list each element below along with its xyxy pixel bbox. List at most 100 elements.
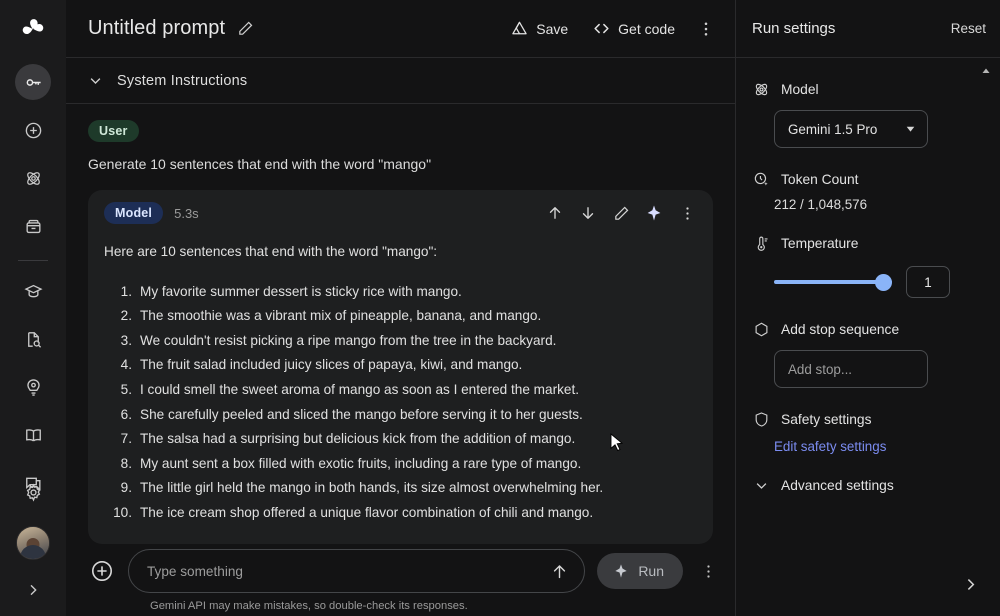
add-content-button[interactable] bbox=[88, 557, 116, 585]
run-settings-title: Run settings bbox=[752, 20, 835, 37]
list-item: The smoothie was a vibrant mix of pineap… bbox=[104, 305, 697, 326]
model-select[interactable]: Gemini 1.5 Pro bbox=[774, 110, 928, 148]
system-instructions-header[interactable]: System Instructions bbox=[66, 58, 735, 104]
temperature-value-input[interactable]: 1 bbox=[906, 266, 950, 298]
run-button[interactable]: Run bbox=[597, 553, 683, 589]
prompt-input-wrapper[interactable] bbox=[128, 549, 585, 593]
sparkle-icon bbox=[613, 563, 629, 579]
sparkle-icon[interactable] bbox=[644, 203, 664, 223]
stop-sequence-label-row: Add stop sequence bbox=[752, 320, 984, 338]
model-label: Model bbox=[781, 82, 819, 97]
temperature-label: Temperature bbox=[781, 236, 858, 251]
top-toolbar: Untitled prompt Save bbox=[66, 0, 735, 58]
model-turn-header: Model 5.3s bbox=[104, 202, 697, 224]
temperature-label-row: Temperature bbox=[752, 234, 984, 252]
list-item: I could smell the sweet aroma of mango a… bbox=[104, 379, 697, 400]
run-settings-panel: Run settings Reset bbox=[735, 0, 1000, 616]
chevron-down-icon bbox=[904, 123, 917, 136]
chevron-down-icon bbox=[752, 476, 770, 494]
get-code-label: Get code bbox=[618, 21, 675, 37]
user-turn: User Generate 10 sentences that end with… bbox=[88, 120, 713, 174]
temperature-section: Temperature 1 bbox=[752, 234, 984, 298]
model-label-row: Model bbox=[752, 80, 984, 98]
token-count-value: 212 / 1,048,576 bbox=[774, 197, 984, 212]
ai-studio-window: Untitled prompt Save bbox=[0, 0, 1000, 616]
disclaimer-text: Gemini API may make mistakes, so double-… bbox=[88, 600, 721, 612]
model-section: Model Gemini 1.5 Pro bbox=[752, 80, 984, 148]
edit-response-pencil-icon[interactable] bbox=[611, 203, 631, 223]
rail-bottom-group bbox=[0, 468, 66, 616]
expand-rail-button[interactable] bbox=[15, 572, 51, 608]
sidebar-item-tune-model[interactable] bbox=[15, 160, 51, 196]
token-count-label-row: Token Count bbox=[752, 170, 984, 188]
safety-label-row: Safety settings bbox=[752, 410, 984, 428]
settings-button[interactable] bbox=[15, 474, 51, 510]
composer-row: Run bbox=[88, 549, 721, 593]
avatar[interactable] bbox=[16, 526, 50, 560]
thermometer-icon bbox=[752, 234, 770, 252]
system-instructions-label: System Instructions bbox=[117, 73, 247, 89]
model-turn: Model 5.3s bbox=[88, 190, 713, 544]
arrow-up-icon[interactable] bbox=[545, 203, 565, 223]
atom-icon bbox=[752, 80, 770, 98]
sidebar-item-learn[interactable] bbox=[15, 273, 51, 309]
app-logo bbox=[0, 0, 66, 58]
stop-sequence-input[interactable]: Add stop... bbox=[774, 350, 928, 388]
temperature-slider[interactable] bbox=[774, 273, 892, 291]
temperature-control-row: 1 bbox=[774, 266, 984, 298]
drive-triangle-icon bbox=[510, 19, 529, 38]
sidebar-item-documentation[interactable] bbox=[15, 321, 51, 357]
advanced-settings-toggle[interactable]: Advanced settings bbox=[752, 476, 984, 494]
composer-more-vertical-icon[interactable] bbox=[695, 556, 721, 586]
prompt-input[interactable] bbox=[147, 564, 548, 579]
list-item: We couldn't resist picking a ripe mango … bbox=[104, 330, 697, 351]
model-badge: Model bbox=[104, 202, 163, 224]
send-arrow-up-icon[interactable] bbox=[548, 560, 570, 582]
composer-bar: Run Gemini API may make mistakes, so dou… bbox=[66, 545, 735, 616]
token-count-icon bbox=[752, 170, 770, 188]
sidebar-item-library[interactable] bbox=[15, 208, 51, 244]
list-item: My favorite summer dessert is sticky ric… bbox=[104, 281, 697, 302]
shield-icon bbox=[752, 410, 770, 428]
model-response-intro: Here are 10 sentences that end with the … bbox=[104, 242, 697, 262]
pencil-icon[interactable] bbox=[237, 20, 254, 37]
model-selected-value: Gemini 1.5 Pro bbox=[788, 122, 877, 137]
list-item: The fruit salad included juicy slices of… bbox=[104, 354, 697, 375]
hexagon-icon bbox=[752, 320, 770, 338]
arrow-down-icon[interactable] bbox=[578, 203, 598, 223]
model-action-group bbox=[545, 203, 697, 223]
run-label: Run bbox=[638, 563, 664, 579]
panel-expand-chevron-right-icon[interactable] bbox=[960, 574, 980, 594]
conversation-area: User Generate 10 sentences that end with… bbox=[66, 104, 735, 545]
list-item: The ice cream shop offered a unique flav… bbox=[104, 502, 697, 523]
save-button[interactable]: Save bbox=[500, 12, 578, 45]
slider-thumb[interactable] bbox=[875, 274, 892, 291]
page-title: Untitled prompt bbox=[88, 17, 225, 40]
get-code-button[interactable]: Get code bbox=[582, 12, 685, 45]
model-response-body: Here are 10 sentences that end with the … bbox=[104, 242, 697, 523]
rail-divider bbox=[18, 260, 48, 261]
chevron-up-icon[interactable] bbox=[979, 64, 993, 78]
main-content: Untitled prompt Save bbox=[66, 0, 735, 616]
more-vertical-icon[interactable] bbox=[677, 203, 697, 223]
stop-sequence-section: Add stop sequence Add stop... bbox=[752, 320, 984, 388]
advanced-settings-label: Advanced settings bbox=[781, 478, 894, 493]
sidebar-item-guides[interactable] bbox=[15, 417, 51, 453]
sidebar-item-prompt-gallery[interactable] bbox=[15, 369, 51, 405]
sidebar-item-api-key[interactable] bbox=[15, 64, 51, 100]
sidebar-item-new-prompt[interactable] bbox=[15, 112, 51, 148]
model-response-list: My favorite summer dessert is sticky ric… bbox=[104, 281, 697, 523]
save-label: Save bbox=[536, 21, 568, 37]
safety-settings-label: Safety settings bbox=[781, 412, 872, 427]
user-message-text[interactable]: Generate 10 sentences that end with the … bbox=[88, 154, 713, 174]
user-badge: User bbox=[88, 120, 139, 142]
list-item: The salsa had a surprising but delicious… bbox=[104, 428, 697, 449]
code-brackets-icon bbox=[592, 19, 611, 38]
chevron-down-icon bbox=[88, 73, 103, 88]
more-vertical-icon[interactable] bbox=[691, 14, 721, 44]
list-item: The little girl held the mango in both h… bbox=[104, 477, 697, 498]
model-latency: 5.3s bbox=[174, 206, 199, 221]
edit-safety-settings-link[interactable]: Edit safety settings bbox=[774, 439, 984, 454]
reset-button[interactable]: Reset bbox=[951, 21, 986, 36]
token-count-section: Token Count 212 / 1,048,576 bbox=[752, 170, 984, 212]
